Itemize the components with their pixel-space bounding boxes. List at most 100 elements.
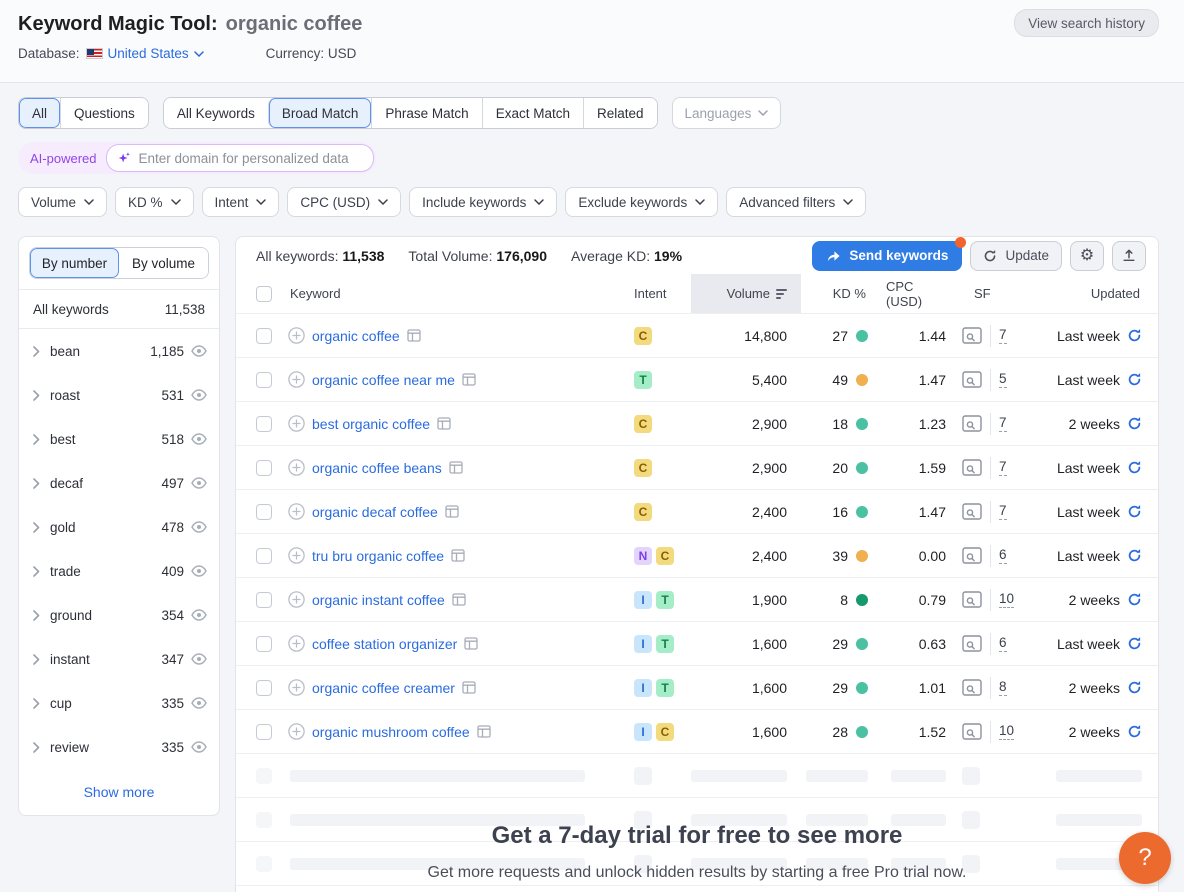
serp-preview-icon[interactable] xyxy=(962,635,982,652)
keyword-link[interactable]: organic coffee creamer xyxy=(312,680,455,696)
filter-dropdown-include-keywords[interactable]: Include keywords xyxy=(409,187,557,217)
eye-icon[interactable] xyxy=(191,609,207,621)
eye-icon[interactable] xyxy=(191,653,207,665)
show-more-link[interactable]: Show more xyxy=(19,769,219,815)
keyword-link[interactable]: organic instant coffee xyxy=(312,592,445,608)
eye-icon[interactable] xyxy=(191,741,207,753)
keyword-details-icon[interactable] xyxy=(437,417,451,430)
row-checkbox[interactable] xyxy=(256,460,272,476)
add-to-list-icon[interactable] xyxy=(288,503,305,520)
match-type-tab-related[interactable]: Related xyxy=(583,98,657,128)
view-search-history-button[interactable]: View search history xyxy=(1014,9,1159,37)
keyword-details-icon[interactable] xyxy=(451,549,465,562)
refresh-icon[interactable] xyxy=(1127,372,1142,387)
export-button[interactable] xyxy=(1112,241,1146,271)
languages-dropdown[interactable]: Languages xyxy=(672,97,782,129)
eye-icon[interactable] xyxy=(191,477,207,489)
sf-count[interactable]: 7 xyxy=(999,503,1007,520)
serp-preview-icon[interactable] xyxy=(962,371,982,388)
sf-count[interactable]: 6 xyxy=(999,547,1007,564)
keyword-details-icon[interactable] xyxy=(407,329,421,342)
keyword-link[interactable]: tru bru organic coffee xyxy=(312,548,444,564)
add-to-list-icon[interactable] xyxy=(288,723,305,740)
refresh-icon[interactable] xyxy=(1127,680,1142,695)
filter-dropdown-exclude-keywords[interactable]: Exclude keywords xyxy=(565,187,718,217)
sidebar-sort-tab-by-number[interactable]: By number xyxy=(30,248,119,278)
match-type-tab-exact-match[interactable]: Exact Match xyxy=(482,98,583,128)
row-checkbox[interactable] xyxy=(256,636,272,652)
help-button[interactable]: ? xyxy=(1119,832,1171,884)
sf-count[interactable]: 8 xyxy=(999,679,1007,696)
sidebar-group-item-roast[interactable]: roast 531 xyxy=(19,373,219,417)
row-checkbox[interactable] xyxy=(256,504,272,520)
keyword-link[interactable]: organic coffee xyxy=(312,328,400,344)
sf-count[interactable]: 7 xyxy=(999,415,1007,432)
serp-preview-icon[interactable] xyxy=(962,415,982,432)
row-checkbox[interactable] xyxy=(256,680,272,696)
eye-icon[interactable] xyxy=(191,697,207,709)
eye-icon[interactable] xyxy=(191,389,207,401)
refresh-icon[interactable] xyxy=(1127,592,1142,607)
column-header-volume[interactable]: Volume xyxy=(691,274,801,313)
add-to-list-icon[interactable] xyxy=(288,327,305,344)
add-to-list-icon[interactable] xyxy=(288,679,305,696)
sidebar-all-keywords-row[interactable]: All keywords 11,538 xyxy=(19,289,219,329)
serp-preview-icon[interactable] xyxy=(962,723,982,740)
keyword-details-icon[interactable] xyxy=(477,725,491,738)
eye-icon[interactable] xyxy=(191,433,207,445)
domain-input[interactable] xyxy=(138,151,363,166)
column-header-kd[interactable]: KD % xyxy=(801,274,886,313)
add-to-list-icon[interactable] xyxy=(288,591,305,608)
eye-icon[interactable] xyxy=(191,521,207,533)
sf-count[interactable]: 5 xyxy=(999,371,1007,388)
sidebar-group-item-best[interactable]: best 518 xyxy=(19,417,219,461)
sidebar-sort-tab-by-volume[interactable]: By volume xyxy=(119,248,208,278)
refresh-icon[interactable] xyxy=(1127,724,1142,739)
filter-dropdown-advanced-filters[interactable]: Advanced filters xyxy=(726,187,866,217)
filter-dropdown-kd[interactable]: KD % xyxy=(115,187,194,217)
eye-icon[interactable] xyxy=(191,565,207,577)
keyword-details-icon[interactable] xyxy=(445,505,459,518)
keyword-details-icon[interactable] xyxy=(449,461,463,474)
keyword-details-icon[interactable] xyxy=(462,373,476,386)
row-checkbox[interactable] xyxy=(256,592,272,608)
keyword-link[interactable]: coffee station organizer xyxy=(312,636,457,652)
sf-count[interactable]: 7 xyxy=(999,459,1007,476)
sf-count[interactable]: 6 xyxy=(999,635,1007,652)
add-to-list-icon[interactable] xyxy=(288,415,305,432)
refresh-icon[interactable] xyxy=(1127,636,1142,651)
serp-preview-icon[interactable] xyxy=(962,547,982,564)
serp-preview-icon[interactable] xyxy=(962,327,982,344)
sidebar-group-item-trade[interactable]: trade 409 xyxy=(19,549,219,593)
sidebar-group-item-cup[interactable]: cup 335 xyxy=(19,681,219,725)
column-header-sf[interactable]: SF xyxy=(956,274,1026,313)
filter-dropdown-cpc-usd[interactable]: CPC (USD) xyxy=(287,187,401,217)
row-checkbox[interactable] xyxy=(256,328,272,344)
database-selector[interactable]: United States xyxy=(86,46,204,61)
add-to-list-icon[interactable] xyxy=(288,547,305,564)
row-checkbox[interactable] xyxy=(256,372,272,388)
refresh-icon[interactable] xyxy=(1127,416,1142,431)
serp-preview-icon[interactable] xyxy=(962,503,982,520)
match-type-tab-phrase-match[interactable]: Phrase Match xyxy=(371,98,481,128)
sidebar-group-item-review[interactable]: review 335 xyxy=(19,725,219,769)
keyword-link[interactable]: organic mushroom coffee xyxy=(312,724,470,740)
keyword-link[interactable]: organic coffee near me xyxy=(312,372,455,388)
sidebar-group-item-instant[interactable]: instant 347 xyxy=(19,637,219,681)
serp-preview-icon[interactable] xyxy=(962,459,982,476)
update-button[interactable]: Update xyxy=(970,241,1062,271)
keyword-details-icon[interactable] xyxy=(462,681,476,694)
row-checkbox[interactable] xyxy=(256,724,272,740)
match-type-tab-all[interactable]: All xyxy=(19,98,60,128)
refresh-icon[interactable] xyxy=(1127,460,1142,475)
add-to-list-icon[interactable] xyxy=(288,635,305,652)
keyword-details-icon[interactable] xyxy=(464,637,478,650)
column-header-intent[interactable]: Intent xyxy=(626,274,691,313)
sidebar-group-item-gold[interactable]: gold 478 xyxy=(19,505,219,549)
serp-preview-icon[interactable] xyxy=(962,591,982,608)
column-header-keyword[interactable]: Keyword xyxy=(284,274,626,313)
row-checkbox[interactable] xyxy=(256,416,272,432)
sf-count[interactable]: 10 xyxy=(999,591,1014,608)
match-type-tab-all-keywords[interactable]: All Keywords xyxy=(164,98,268,128)
select-all-checkbox[interactable] xyxy=(256,286,272,302)
